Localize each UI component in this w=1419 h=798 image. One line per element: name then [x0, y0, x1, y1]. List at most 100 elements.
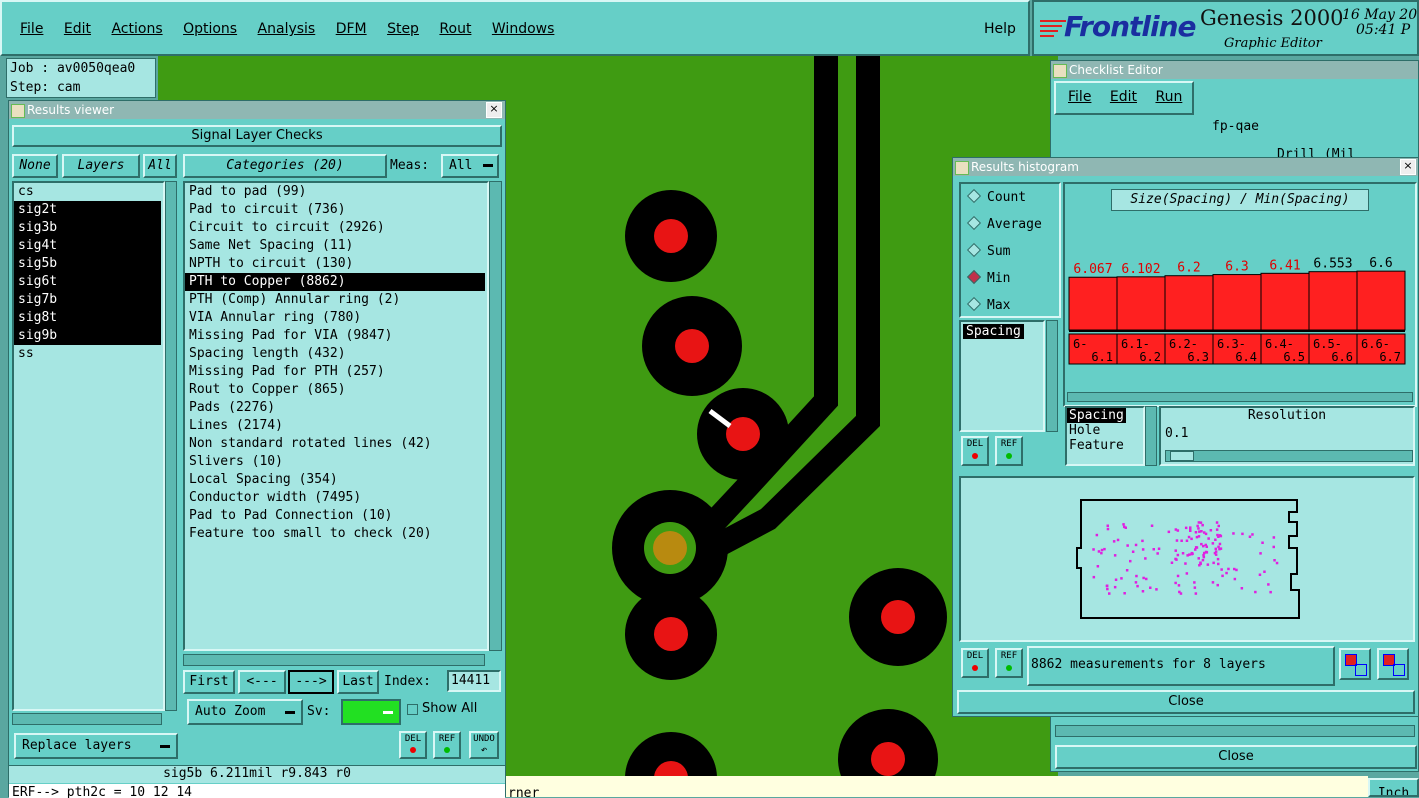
- layer-item[interactable]: sig2t: [14, 201, 161, 219]
- category-item[interactable]: Same Net Spacing (11): [185, 237, 485, 255]
- category-item[interactable]: Pad to pad (99): [185, 183, 485, 201]
- menu-windows[interactable]: Windows: [492, 21, 555, 37]
- attr-select-list[interactable]: Spacing Hole Feature: [1065, 406, 1145, 466]
- category-item[interactable]: Local Spacing (354): [185, 471, 485, 489]
- chart-hscrollbar[interactable]: [1067, 392, 1413, 402]
- fit-view-icon[interactable]: [1377, 648, 1409, 680]
- hist-del-button[interactable]: DEL: [961, 436, 989, 466]
- menu-actions[interactable]: Actions: [111, 21, 162, 37]
- category-item[interactable]: Conductor width (7495): [185, 489, 485, 507]
- category-item[interactable]: NPTH to circuit (130): [185, 255, 485, 273]
- category-item[interactable]: PTH to Copper (8862): [185, 273, 485, 291]
- result-dot: [1201, 523, 1204, 527]
- layer-item[interactable]: ss: [14, 345, 161, 363]
- menu-file[interactable]: File: [20, 21, 43, 37]
- category-item[interactable]: Spacing length (432): [185, 345, 485, 363]
- category-item[interactable]: VIA Annular ring (780): [185, 309, 485, 327]
- show-all-checkbox[interactable]: [407, 704, 418, 715]
- first-button[interactable]: First: [183, 670, 235, 694]
- menu-analysis[interactable]: Analysis: [258, 21, 316, 37]
- menu-help[interactable]: Help: [984, 21, 1016, 37]
- attr-item-spacing[interactable]: Spacing: [1067, 408, 1126, 423]
- attribute-scrollbar[interactable]: [1046, 320, 1058, 432]
- category-item[interactable]: Missing Pad for VIA (9847): [185, 327, 485, 345]
- attr-scrollbar[interactable]: [1145, 406, 1157, 466]
- category-item[interactable]: Circuit to circuit (2926): [185, 219, 485, 237]
- mode-radio-count[interactable]: Count: [961, 184, 1059, 211]
- layer-item[interactable]: sig4t: [14, 237, 161, 255]
- checklist-hscrollbar[interactable]: [1055, 725, 1415, 737]
- mode-radio-average[interactable]: Average: [961, 211, 1059, 238]
- category-item[interactable]: Rout to Copper (865): [185, 381, 485, 399]
- menu-edit[interactable]: Edit: [64, 21, 91, 37]
- layer-item[interactable]: sig3b: [14, 219, 161, 237]
- category-item[interactable]: Pad to circuit (736): [185, 201, 485, 219]
- attribute-list-selected[interactable]: Spacing: [963, 324, 1024, 339]
- menu-step[interactable]: Step: [387, 21, 419, 37]
- layers-hscrollbar[interactable]: [12, 713, 162, 725]
- last-button[interactable]: Last: [337, 670, 379, 694]
- checklist-menu-edit[interactable]: Edit: [1110, 89, 1137, 105]
- units-button[interactable]: Inch: [1368, 778, 1419, 797]
- auto-zoom-dropdown[interactable]: Auto Zoom: [187, 699, 303, 725]
- layers-scrollbar[interactable]: [165, 181, 177, 711]
- del-button[interactable]: DEL: [399, 731, 427, 759]
- replace-layers-dropdown[interactable]: Replace layers: [14, 733, 178, 759]
- category-item[interactable]: Slivers (10): [185, 453, 485, 471]
- attr-item-feature[interactable]: Feature: [1067, 438, 1143, 453]
- histogram-close-button[interactable]: Close: [957, 690, 1415, 714]
- prev-button[interactable]: <---: [238, 670, 286, 694]
- category-item[interactable]: Lines (2174): [185, 417, 485, 435]
- mode-radio-max[interactable]: Max: [961, 292, 1059, 319]
- categories-list[interactable]: Pad to pad (99) Pad to circuit (736) Circu…: [183, 181, 489, 651]
- mode-radio-sum[interactable]: Sum: [961, 238, 1059, 265]
- none-button[interactable]: None: [12, 154, 58, 178]
- next-button[interactable]: --->: [288, 670, 334, 694]
- checklist-close-button[interactable]: Close: [1055, 745, 1417, 769]
- menu-dfm[interactable]: DFM: [336, 21, 367, 37]
- zoom-view-icon[interactable]: [1339, 648, 1371, 680]
- category-item[interactable]: Feature too small to check (20): [185, 525, 485, 543]
- categories-hscrollbar[interactable]: [183, 654, 485, 666]
- preview-ref-button[interactable]: REF: [995, 648, 1023, 678]
- mode-radio-min[interactable]: Min: [961, 265, 1059, 292]
- hist-ref-button[interactable]: REF: [995, 436, 1023, 466]
- layer-item[interactable]: sig6t: [14, 273, 161, 291]
- category-item[interactable]: Pads (2276): [185, 399, 485, 417]
- preview-del-button[interactable]: DEL: [961, 648, 989, 678]
- category-item[interactable]: Non standard rotated lines (42): [185, 435, 485, 453]
- attribute-list[interactable]: Spacing: [959, 320, 1045, 432]
- category-label-top: 6-: [1073, 337, 1087, 351]
- ref-button[interactable]: REF: [433, 731, 461, 759]
- checklist-menu-run[interactable]: Run: [1155, 89, 1182, 105]
- menu-options[interactable]: Options: [183, 21, 237, 37]
- undo-button[interactable]: UNDO ↶: [469, 731, 499, 759]
- close-icon[interactable]: ×: [486, 102, 502, 118]
- index-input[interactable]: 14411: [447, 670, 501, 692]
- radio-diamond-icon: [966, 242, 982, 258]
- category-item[interactable]: Missing Pad for PTH (257): [185, 363, 485, 381]
- checklist-menu-file[interactable]: File: [1068, 89, 1091, 105]
- category-item[interactable]: PTH (Comp) Annular ring (2): [185, 291, 485, 309]
- layers-button[interactable]: Layers: [62, 154, 140, 178]
- result-dot: [1232, 532, 1235, 535]
- categories-scrollbar[interactable]: [489, 181, 502, 651]
- layer-item[interactable]: sig9b: [14, 327, 161, 345]
- category-item[interactable]: Pad to Pad Connection (10): [185, 507, 485, 525]
- board-preview[interactable]: [959, 476, 1415, 642]
- categories-button[interactable]: Categories (20): [183, 154, 387, 178]
- layer-item[interactable]: sig7b: [14, 291, 161, 309]
- layer-item[interactable]: cs: [14, 183, 161, 201]
- sv-color-dropdown[interactable]: [341, 699, 401, 725]
- layer-item[interactable]: sig5b: [14, 255, 161, 273]
- menu-rout[interactable]: Rout: [439, 21, 471, 37]
- meas-dropdown[interactable]: All: [441, 154, 499, 178]
- all-layers-button[interactable]: All: [143, 154, 177, 178]
- result-dot: [1184, 562, 1187, 565]
- resolution-slider-thumb[interactable]: [1170, 451, 1194, 461]
- attr-item-hole[interactable]: Hole: [1067, 423, 1143, 438]
- layers-list[interactable]: cs sig2t sig3b sig4t sig5b sig6t sig7b sig8t sig…: [12, 181, 165, 711]
- close-icon[interactable]: ×: [1400, 159, 1416, 175]
- resolution-slider[interactable]: [1165, 450, 1413, 462]
- layer-item[interactable]: sig8t: [14, 309, 161, 327]
